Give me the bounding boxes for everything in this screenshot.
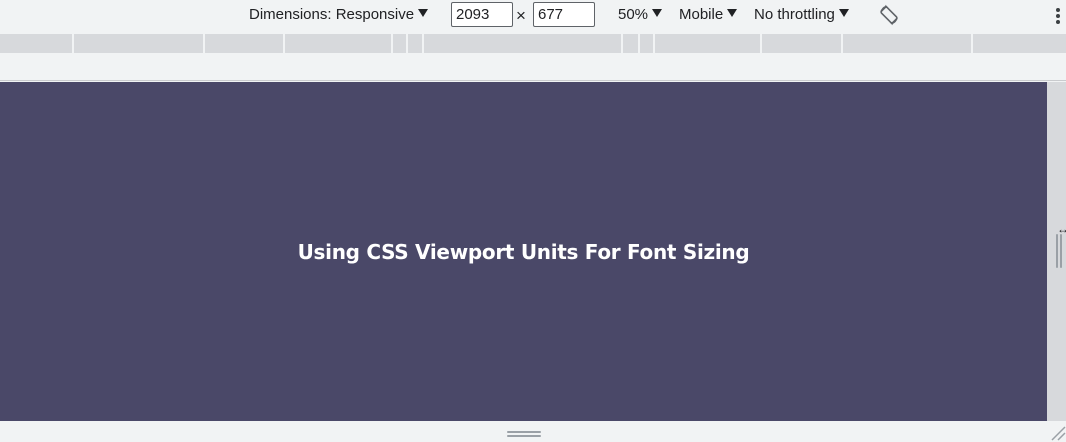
media-query-divider [72, 34, 74, 53]
emulated-viewport: Using CSS Viewport Units For Font Sizing [0, 82, 1047, 421]
resize-cursor-icon: ↔ [1057, 222, 1066, 236]
caret-down-icon [727, 9, 738, 17]
throttling-label: No throttling [754, 6, 835, 23]
zoom-dropdown[interactable]: 50% [618, 0, 663, 30]
right-resize-grip[interactable] [1055, 234, 1064, 268]
corner-resize-icon[interactable] [1049, 424, 1066, 441]
media-query-bar[interactable] [0, 34, 1066, 53]
dimensions-dropdown[interactable]: Dimensions: Responsive [249, 0, 429, 30]
media-query-divider [971, 34, 973, 53]
rotate-icon[interactable] [877, 3, 901, 27]
width-input[interactable]: 2093 [451, 2, 513, 27]
zoom-label: 50% [618, 6, 649, 23]
device-type-label: Mobile [679, 6, 724, 23]
media-query-divider [841, 34, 843, 53]
media-query-divider [760, 34, 762, 53]
caret-down-icon [652, 9, 663, 17]
media-query-divider [422, 34, 424, 53]
bottom-resize-grip[interactable] [507, 431, 541, 438]
device-type-dropdown[interactable]: Mobile [679, 0, 738, 30]
device-toolbar: Dimensions: Responsive 2093 × 677 50% Mo… [0, 0, 1066, 32]
page-heading: Using CSS Viewport Units For Font Sizing [297, 239, 750, 264]
throttling-dropdown[interactable]: No throttling [754, 0, 849, 30]
media-query-divider [638, 34, 640, 53]
caret-down-icon [418, 9, 429, 17]
times-symbol: × [516, 6, 526, 25]
media-query-divider [653, 34, 655, 53]
caret-down-icon [838, 9, 849, 17]
media-query-divider [391, 34, 393, 53]
dimensions-label: Dimensions: Responsive [249, 6, 415, 23]
kebab-menu-icon[interactable] [1056, 8, 1062, 24]
ruler-area [0, 53, 1066, 81]
media-query-divider [283, 34, 285, 53]
media-query-divider [406, 34, 408, 53]
media-query-divider [203, 34, 205, 53]
height-input[interactable]: 677 [533, 2, 595, 27]
media-query-divider [621, 34, 623, 53]
